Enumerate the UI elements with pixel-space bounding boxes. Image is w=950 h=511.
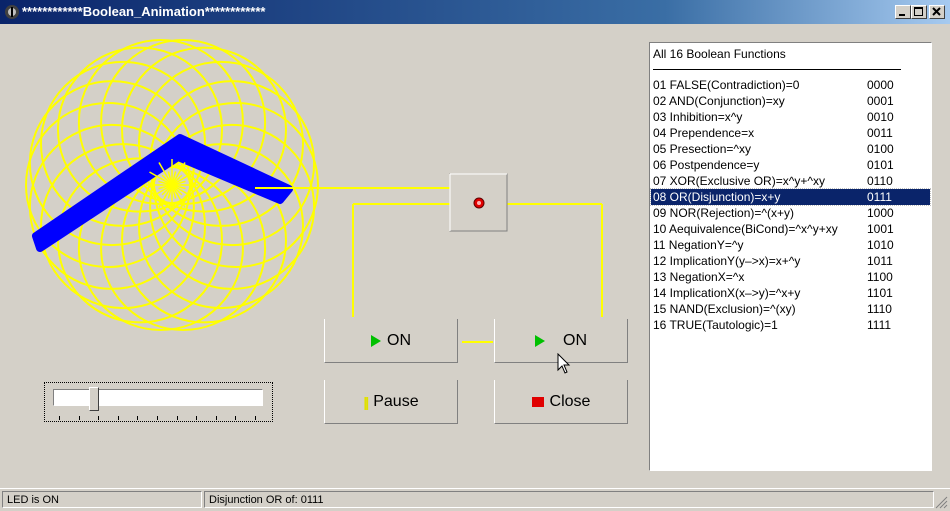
list-item[interactable]: 05 Presection=^xy 0100	[651, 141, 930, 157]
list-item[interactable]: 07 XOR(Exclusive OR)=x^y+^xy 0110	[651, 173, 930, 189]
list-item[interactable]: 10 Aequivalence(BiCond)=^x^y+xy 1001	[651, 221, 930, 237]
stop-icon	[531, 396, 544, 407]
close-label: Close	[549, 392, 591, 410]
list-item-code: 0011	[867, 126, 893, 140]
list-item-code: 1010	[867, 238, 894, 252]
list-item-label: 09 NOR(Rejection)=^(x+y)	[653, 206, 795, 220]
list-item-label: 04 Prependence=x	[653, 126, 755, 140]
speed-slider[interactable]	[44, 382, 273, 422]
slider-tick	[255, 416, 256, 420]
led-box[interactable]	[449, 173, 508, 232]
list-item-label: 10 Aequivalence(BiCond)=^x^y+xy	[653, 222, 838, 236]
list-item[interactable]: 15 NAND(Exclusion)=^(xy) 1110	[651, 301, 930, 317]
list-item[interactable]: 02 AND(Conjunction)=xy 0001	[651, 93, 930, 109]
pause-button[interactable]: || Pause	[324, 380, 458, 424]
title-bar[interactable]: ************Boolean_Animation***********…	[0, 0, 950, 24]
list-item-code: 0110	[867, 174, 893, 188]
animation-canvas	[25, 39, 603, 343]
list-item-code: 1000	[867, 206, 894, 220]
slider-tick	[137, 416, 139, 420]
app-icon	[5, 5, 19, 19]
slider-tick	[215, 416, 217, 420]
list-item-label: 06 Postpendence=y	[653, 158, 760, 172]
pause-label: Pause	[373, 392, 419, 410]
list-item-code: 0111	[867, 190, 892, 204]
minimize-icon	[899, 14, 905, 16]
list-item[interactable]: 04 Prependence=x 0011	[651, 125, 930, 141]
list-item-label: 02 AND(Conjunction)=xy	[653, 94, 785, 108]
list-item-code: 1101	[867, 286, 893, 300]
slider-thumb[interactable]	[88, 387, 99, 411]
list-item[interactable]: 03 Inhibition=x^y 0010	[651, 109, 930, 125]
slider-tick	[196, 416, 198, 420]
slider-tick	[176, 416, 178, 420]
status-bar: LED is ON Disjunction OR of: 0111	[0, 488, 950, 511]
list-item-code: 1100	[867, 270, 893, 284]
mouse-cursor-icon	[557, 353, 571, 374]
list-item-code: 1110	[867, 302, 892, 316]
list-item[interactable]: 16 TRUE(Tautologic)=1 1111	[651, 317, 930, 333]
list-item-code: 0001	[867, 94, 894, 108]
list-item[interactable]: 13 NegationX=^x 1100	[651, 269, 930, 285]
slider-tick	[59, 416, 60, 420]
list-item-label: 03 Inhibition=x^y	[653, 110, 743, 124]
slider-tick	[78, 416, 80, 420]
pause-icon: ||	[363, 393, 369, 410]
list-item[interactable]: 06 Postpendence=y 0101	[651, 157, 930, 173]
play-icon	[535, 334, 545, 347]
list-item-label: 01 FALSE(Contradiction)=0	[653, 78, 800, 92]
window-title: ************Boolean_Animation***********…	[22, 4, 266, 19]
maximize-icon	[914, 7, 923, 16]
list-header: All 16 Boolean Functions	[653, 47, 786, 61]
list-item-code: 0000	[867, 78, 894, 92]
list-item[interactable]: 09 NOR(Rejection)=^(x+y) 1000	[651, 205, 930, 221]
list-item-label: 11 NegationY=^y	[653, 238, 744, 252]
resize-grip-icon[interactable]	[934, 495, 948, 509]
list-item-code: 0101	[867, 158, 894, 172]
minimize-button[interactable]	[895, 5, 911, 19]
on-left-label: ON	[387, 331, 411, 349]
boolean-functions-list[interactable]: All 16 Boolean Functions 01 FALSE(Contra…	[649, 42, 932, 471]
on-left-button[interactable]: ON	[324, 319, 458, 363]
list-item[interactable]: 12 ImplicationY(y–>x)=x+^y 1011	[651, 253, 930, 269]
list-item-code: 0100	[867, 142, 894, 156]
list-item-label: 05 Presection=^xy	[653, 142, 752, 156]
list-item-code: 1111	[867, 318, 892, 332]
list-item-code: 1011	[867, 254, 893, 268]
on-right-label: ON	[563, 331, 587, 349]
list-item-label: 14 ImplicationX(x–>y)=^x+y	[653, 286, 801, 300]
list-item-code: 0010	[867, 110, 894, 124]
list-item[interactable]: 01 FALSE(Contradiction)=0 0000	[651, 77, 930, 93]
slider-tick	[117, 416, 119, 420]
list-item[interactable]: 11 NegationY=^y 1010	[651, 237, 930, 253]
list-item-label: 07 XOR(Exclusive OR)=x^y+^xy	[653, 174, 825, 188]
list-item[interactable]: 08 OR(Disjunction)=x+y 0111	[650, 188, 931, 206]
slider-tick	[98, 416, 100, 420]
list-item-label: 12 ImplicationY(y–>x)=x+^y	[653, 254, 801, 268]
list-item-code: 1001	[867, 222, 894, 236]
close-window-button[interactable]	[929, 5, 945, 19]
list-item-label: 15 NAND(Exclusion)=^(xy)	[653, 302, 796, 316]
slider-track	[53, 389, 263, 406]
slider-tick	[157, 416, 158, 420]
maximize-button[interactable]	[911, 5, 927, 19]
list-item-label: 16 TRUE(Tautologic)=1	[653, 318, 778, 332]
status-led: LED is ON	[2, 491, 202, 508]
list-item[interactable]: 14 ImplicationX(x–>y)=^x+y 1101	[651, 285, 930, 301]
slider-tick	[235, 416, 237, 420]
close-icon	[932, 7, 941, 16]
close-button[interactable]: Close	[494, 380, 628, 424]
list-item-label: 08 OR(Disjunction)=x+y	[653, 190, 781, 204]
list-item-label: 13 NegationX=^x	[653, 270, 745, 284]
play-icon	[371, 334, 381, 347]
header-divider	[653, 69, 901, 70]
status-function: Disjunction OR of: 0111	[204, 491, 934, 508]
